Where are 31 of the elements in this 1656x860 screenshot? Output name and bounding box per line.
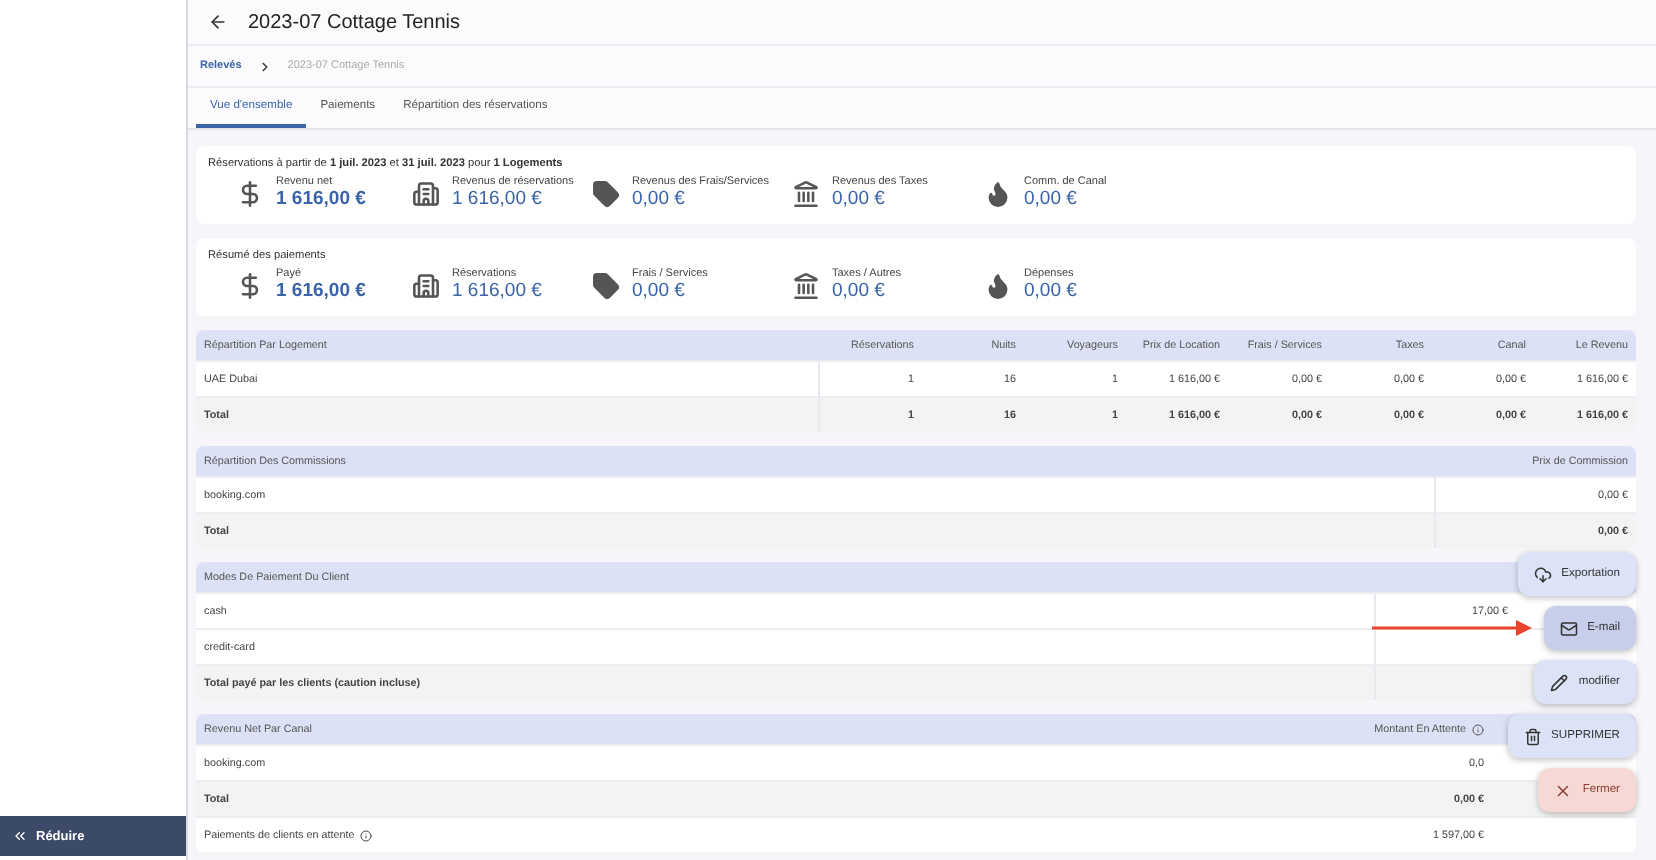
stat-value: 0,00 € xyxy=(832,280,887,302)
info-icon xyxy=(1472,723,1484,735)
stat-value: 1 616,00 € xyxy=(452,188,544,210)
close-icon xyxy=(1554,781,1573,799)
pencil-icon xyxy=(1550,673,1569,691)
stat-value: 0,00 € xyxy=(1024,188,1079,210)
cloud-download-icon xyxy=(1533,565,1552,583)
info-icon xyxy=(360,829,373,841)
stat-value: 0,00 € xyxy=(1024,280,1077,302)
mail-icon xyxy=(1559,619,1578,637)
stat-value: 0,00 € xyxy=(832,188,887,210)
chevrons-left-icon xyxy=(12,828,28,844)
money-icon xyxy=(236,179,264,207)
bank-icon xyxy=(792,179,820,207)
tag-icon xyxy=(592,179,620,207)
money-icon xyxy=(236,271,264,299)
flame-icon xyxy=(984,179,1012,207)
flame-icon xyxy=(984,271,1012,299)
trash-icon xyxy=(1523,727,1542,745)
stat-value: 1 616,00 € xyxy=(276,280,366,302)
chevron-right-icon xyxy=(257,59,272,73)
back-icon[interactable] xyxy=(208,12,228,32)
stat-value: 1 616,00 € xyxy=(452,280,542,302)
building-icon xyxy=(412,271,440,299)
building-icon xyxy=(412,179,440,207)
tag-icon xyxy=(592,271,620,299)
page-title: 2023-07 Cottage Tennis xyxy=(248,11,461,33)
bank-icon xyxy=(792,271,820,299)
stat-value: 0,00 € xyxy=(632,188,687,210)
stat-value: 0,00 € xyxy=(632,280,687,302)
stat-value: 1 616,00 € xyxy=(276,188,366,210)
